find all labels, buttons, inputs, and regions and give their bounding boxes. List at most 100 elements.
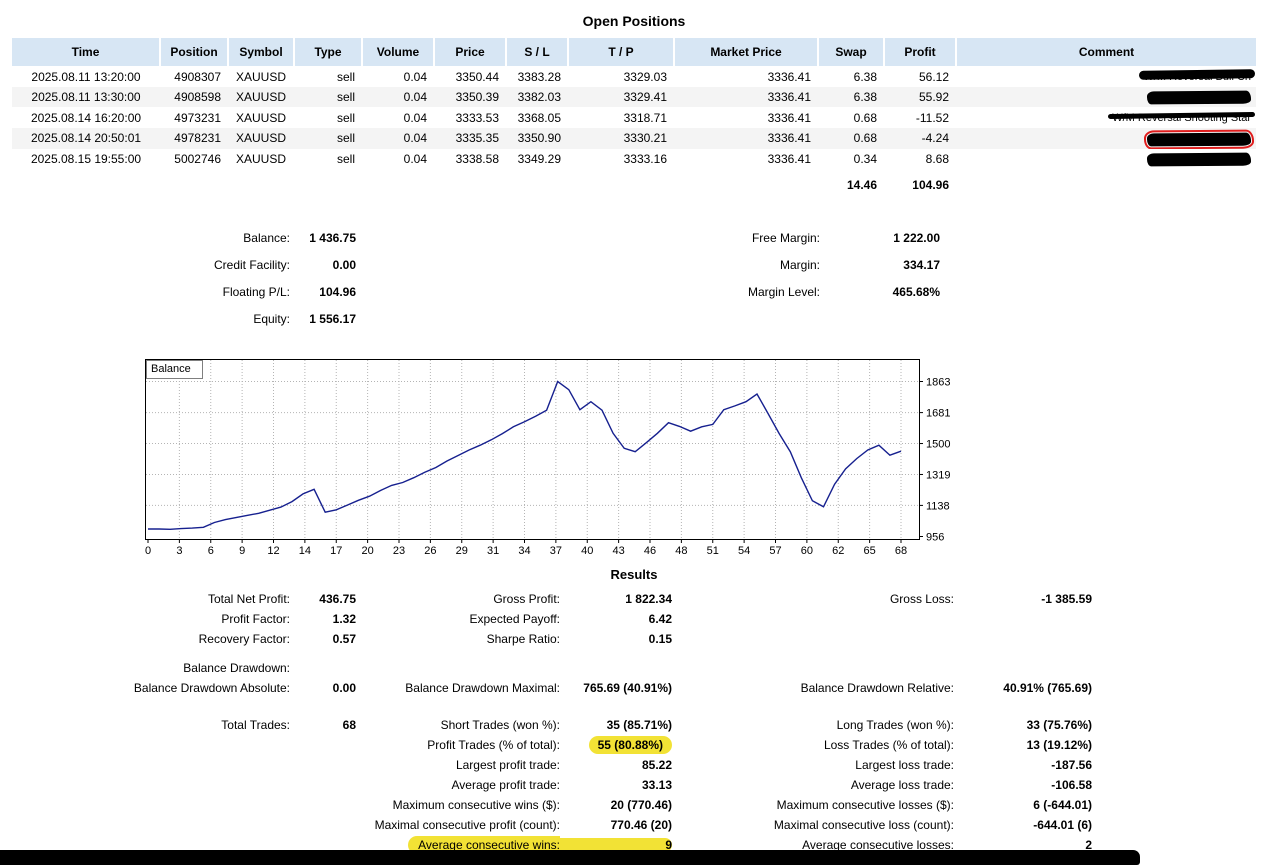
column-header: Position	[159, 38, 228, 66]
svg-text:0: 0	[145, 545, 151, 557]
column-header: S / L	[505, 38, 568, 66]
summary-label: Equity:	[253, 312, 290, 327]
cell-market-price: 3336.41	[674, 128, 818, 149]
summary-value: 1 436.75	[309, 231, 356, 246]
cell-volume: 0.04	[362, 107, 434, 129]
cell-tp: 3333.16	[568, 148, 674, 169]
cell-sl: 3382.03	[506, 87, 568, 108]
result-value: -106.58	[1051, 777, 1092, 792]
summary-left-column: Balance: 1 436.75 Credit Facility: 0.00 Floa…	[12, 225, 356, 333]
cell-market-price: 3336.41	[674, 66, 818, 87]
cell-position: 5002746	[160, 148, 228, 169]
table-row: 2025.08.14 16:20:00 4973231 XAUUSD sell 0.04…	[12, 107, 1256, 129]
cell-swap: 0.34	[818, 148, 884, 169]
result-label: Largest loss trade:	[855, 757, 954, 772]
redaction-scribble-red-box	[1143, 129, 1255, 149]
results-row: Balance Drawdown:	[12, 658, 1268, 678]
result-value: 68	[342, 717, 356, 732]
cell-price: 3350.44	[434, 66, 506, 87]
balance-chart-svg: 956 1138 1319 1500 1681 1863 0 3 6 9 12 14 17 20 23 26 2…	[145, 358, 950, 557]
column-header: Symbol	[227, 38, 294, 66]
svg-text:31: 31	[487, 545, 499, 557]
cell-swap: 6.38	[818, 66, 884, 87]
result-label: Profit Factor:	[221, 611, 290, 626]
result-value: -187.56	[1051, 757, 1092, 772]
column-header: Market Price	[673, 38, 818, 66]
cell-profit: 56.12	[884, 66, 956, 87]
cell-type: sell	[294, 107, 362, 129]
svg-text:956: 956	[926, 531, 944, 543]
cell-position: 4908598	[160, 87, 228, 108]
results-row: Maximal consecutive profit (count): 770.4…	[12, 815, 1268, 835]
summary-label: Floating P/L:	[222, 285, 290, 300]
summary-row: Credit Facility: 0.00	[12, 252, 356, 279]
result-label: Balance Drawdown:	[183, 660, 290, 675]
cell-tp: 3329.03	[568, 66, 674, 87]
totals-empty-cell	[434, 168, 506, 197]
table-row: 2025.08.14 20:50:01 4978231 XAUUSD sell 0.04…	[12, 128, 1256, 149]
cell-symbol: XAUUSD	[228, 66, 294, 87]
redacted-comment-text: W/M Reversal Bull Ch	[1143, 71, 1251, 83]
result-label: Balance Drawdown Maximal:	[405, 680, 560, 695]
result-label: Maximal consecutive loss (count):	[773, 817, 954, 832]
cell-sl: 3383.28	[506, 66, 568, 87]
cell-price: 3333.53	[434, 107, 506, 129]
cell-tp: 3318.71	[568, 107, 674, 129]
cell-sl: 3368.05	[506, 107, 568, 129]
svg-text:48: 48	[675, 545, 687, 557]
cell-profit: -11.52	[884, 107, 956, 129]
table-header: Time Position Symbol Type Volume Price S / LT …	[12, 38, 1256, 66]
cell-profit: 8.68	[884, 148, 956, 169]
cell-time: 2025.08.14 16:20:00	[12, 107, 160, 129]
summary-value: 104.96	[319, 285, 356, 300]
results-spacer	[0, 649, 1268, 658]
cell-type: sell	[294, 128, 362, 149]
cell-tp: 3329.41	[568, 87, 674, 108]
results-row: Maximum consecutive wins ($): 20 (770.46)…	[12, 795, 1268, 815]
cell-market-price: 3336.41	[674, 87, 818, 108]
cell-sl: 3350.90	[506, 128, 568, 149]
summary-row: Free Margin: 1 222.00	[356, 225, 940, 252]
cell-profit: 55.92	[884, 87, 956, 108]
svg-text:65: 65	[864, 545, 876, 557]
svg-text:23: 23	[393, 545, 405, 557]
result-label: Long Trades (won %):	[836, 717, 954, 732]
result-value: 20 (770.46)	[610, 797, 672, 812]
cell-market-price: 3336.41	[674, 107, 818, 129]
svg-text:1500: 1500	[926, 439, 950, 451]
cell-profit: -4.24	[884, 128, 956, 149]
result-value: 6.42	[648, 611, 672, 626]
cell-symbol: XAUUSD	[228, 107, 294, 129]
summary-row: Equity: 1 556.17	[12, 306, 356, 333]
result-label: Average profit trade:	[451, 777, 560, 792]
totals-empty-cell	[294, 168, 362, 197]
cell-comment: W/M Reversal Bull Ch	[956, 66, 1256, 87]
svg-text:9: 9	[239, 545, 245, 557]
svg-text:1319: 1319	[926, 469, 950, 481]
result-value: 0.57	[332, 631, 356, 646]
svg-text:6: 6	[208, 545, 214, 557]
results-row: Total Net Profit: 436.75 Gross Profit: 1 82…	[12, 589, 1268, 609]
summary-value: 0.00	[332, 258, 356, 273]
cell-symbol: XAUUSD	[228, 128, 294, 149]
result-label: Gross Loss:	[889, 591, 954, 606]
result-label: Gross Profit:	[493, 591, 560, 606]
svg-text:1863: 1863	[926, 376, 950, 388]
result-label: Sharpe Ratio:	[486, 631, 560, 646]
totals-empty-cell	[12, 168, 160, 197]
cell-price: 3338.58	[434, 148, 506, 169]
cell-type: sell	[294, 87, 362, 108]
result-label: Largest profit trade:	[455, 757, 560, 772]
summary-label: Credit Facility:	[213, 258, 290, 273]
result-value: 1 822.34	[625, 591, 672, 606]
cell-swap: 0.68	[818, 128, 884, 149]
totals-empty-cell	[160, 168, 228, 197]
column-header: Type	[293, 38, 362, 66]
totals-empty-cell	[568, 168, 674, 197]
result-label: Balance Drawdown Relative:	[800, 680, 954, 695]
svg-text:34: 34	[518, 545, 530, 557]
svg-text:40: 40	[581, 545, 593, 557]
results-row: Total Trades: 68 Short Trades (won %): 35 (…	[12, 715, 1268, 735]
column-header: Comment	[955, 38, 1256, 66]
table-row: 2025.08.11 13:20:00 4908307 XAUUSD sell 0.04…	[12, 66, 1256, 87]
